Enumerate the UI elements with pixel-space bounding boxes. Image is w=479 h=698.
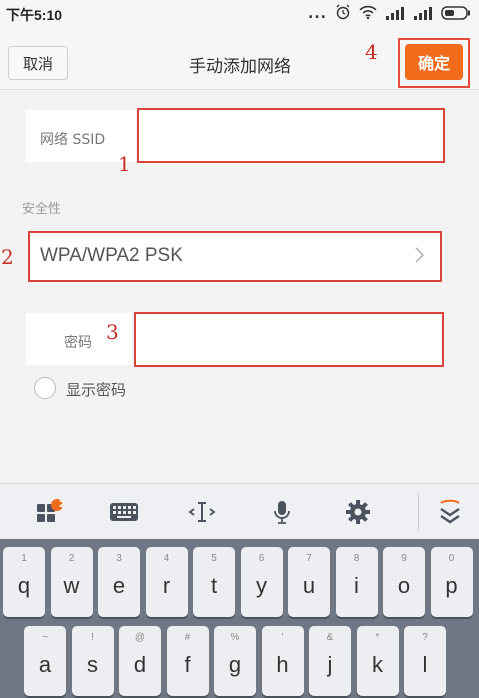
status-bar: 下午5:10 ... xyxy=(0,0,479,30)
key-hint: 0 xyxy=(448,553,455,564)
apps-badge: 2 xyxy=(58,500,66,510)
key-g[interactable]: % g xyxy=(214,626,256,696)
cursor-icon[interactable] xyxy=(186,496,218,528)
key-label: h xyxy=(276,652,289,677)
key-i[interactable]: 8i xyxy=(335,547,378,617)
security-value: WPA/WPA2 PSK xyxy=(40,245,183,266)
keyboard: 1q2w3e4r5t6y7u8i9o0p ~ a! s @ d # f% g ' h & j * k? l xyxy=(0,539,479,698)
key-hint: # xyxy=(184,632,191,643)
key-w[interactable]: 2w xyxy=(50,547,93,617)
security-section-label: 安全性 xyxy=(22,202,62,217)
key-a[interactable]: ~ a xyxy=(24,626,66,696)
apps-icon[interactable]: 2 xyxy=(34,496,66,528)
key-k[interactable]: * k xyxy=(356,626,399,696)
key-h[interactable]: ' h xyxy=(261,626,304,696)
key-q[interactable]: 1q xyxy=(3,547,45,617)
keyboard-toolbar: 2 xyxy=(0,483,479,539)
key-hint: 1 xyxy=(21,553,27,564)
key-hint: 7 xyxy=(306,553,312,564)
key-r[interactable]: 4r xyxy=(145,547,188,617)
toolbar-divider xyxy=(418,494,419,530)
key-label: d xyxy=(133,652,147,677)
annotation-3: 3 xyxy=(106,320,119,344)
password-input[interactable] xyxy=(134,312,444,367)
more-notifications-icon: ... xyxy=(308,6,327,22)
chevron-right-icon xyxy=(414,245,426,270)
show-password-radio[interactable] xyxy=(34,377,56,399)
key-hint: ~ xyxy=(42,632,48,643)
key-hint: 3 xyxy=(116,553,122,564)
key-l[interactable]: ? l xyxy=(404,626,446,696)
wifi-icon xyxy=(359,4,377,24)
status-icons: ... xyxy=(308,4,471,24)
key-label: f xyxy=(184,652,191,677)
key-hint: 5 xyxy=(211,553,217,564)
key-hint: ' xyxy=(281,632,284,643)
key-label: r xyxy=(162,573,171,598)
key-label: p xyxy=(445,573,458,598)
key-label: e xyxy=(112,573,126,598)
key-t[interactable]: 5t xyxy=(193,547,235,617)
key-hint: & xyxy=(326,632,334,643)
key-hint: 6 xyxy=(258,553,265,564)
ssid-input[interactable] xyxy=(137,108,445,163)
key-label: y xyxy=(256,573,267,598)
annotation-4: 4 xyxy=(365,40,378,64)
key-label: a xyxy=(38,652,52,677)
key-p[interactable]: 0p xyxy=(430,547,473,617)
signal-icon-2 xyxy=(413,5,433,24)
key-o[interactable]: 9o xyxy=(383,547,425,617)
key-label: s xyxy=(87,652,98,677)
key-label: l xyxy=(422,652,428,677)
key-hint: 9 xyxy=(401,553,407,564)
key-label: u xyxy=(302,573,316,598)
key-s[interactable]: ! s xyxy=(71,626,114,696)
key-hint: ! xyxy=(91,632,94,643)
key-hint: * xyxy=(375,632,380,643)
key-label: w xyxy=(63,573,80,598)
cancel-button[interactable]: 取消 xyxy=(8,46,68,80)
annotation-2: 2 xyxy=(1,245,14,269)
key-label: g xyxy=(228,652,242,677)
key-d[interactable]: @ d xyxy=(119,626,161,696)
page-title: 手动添加网络 xyxy=(189,57,291,77)
key-label: j xyxy=(327,652,333,677)
password-label: 密码 xyxy=(64,335,92,351)
key-label: o xyxy=(397,573,411,598)
key-label: t xyxy=(210,573,218,598)
confirm-button[interactable]: 确定 xyxy=(405,44,463,80)
signal-icon xyxy=(385,5,405,24)
key-hint: 8 xyxy=(353,553,360,564)
key-j[interactable]: & j xyxy=(309,626,351,696)
key-hint: % xyxy=(230,632,240,643)
keyboard-icon[interactable] xyxy=(108,496,140,528)
key-label: i xyxy=(354,573,359,598)
alarm-icon xyxy=(335,4,351,24)
key-label: k xyxy=(372,652,383,677)
status-time: 下午5:10 xyxy=(6,7,63,23)
key-e[interactable]: 3e xyxy=(98,547,140,617)
key-y[interactable]: 6y xyxy=(240,547,283,617)
key-hint: 2 xyxy=(68,553,75,564)
gear-icon[interactable] xyxy=(342,496,374,528)
title-bar: 取消 手动添加网络 4 确定 xyxy=(0,30,479,90)
microphone-icon[interactable] xyxy=(266,496,298,528)
collapse-keyboard-icon[interactable] xyxy=(434,496,466,528)
key-hint: 4 xyxy=(163,553,170,564)
key-f[interactable]: # f xyxy=(166,626,209,696)
key-hint: @ xyxy=(134,632,146,643)
key-label: q xyxy=(17,573,31,598)
show-password-label[interactable]: 显示密码 xyxy=(66,379,126,400)
key-u[interactable]: 7u xyxy=(288,547,330,617)
annotation-1: 1 xyxy=(118,152,131,176)
ssid-label: 网络 SSID xyxy=(40,132,106,148)
battery-icon xyxy=(441,5,471,24)
key-hint: ? xyxy=(422,632,428,643)
